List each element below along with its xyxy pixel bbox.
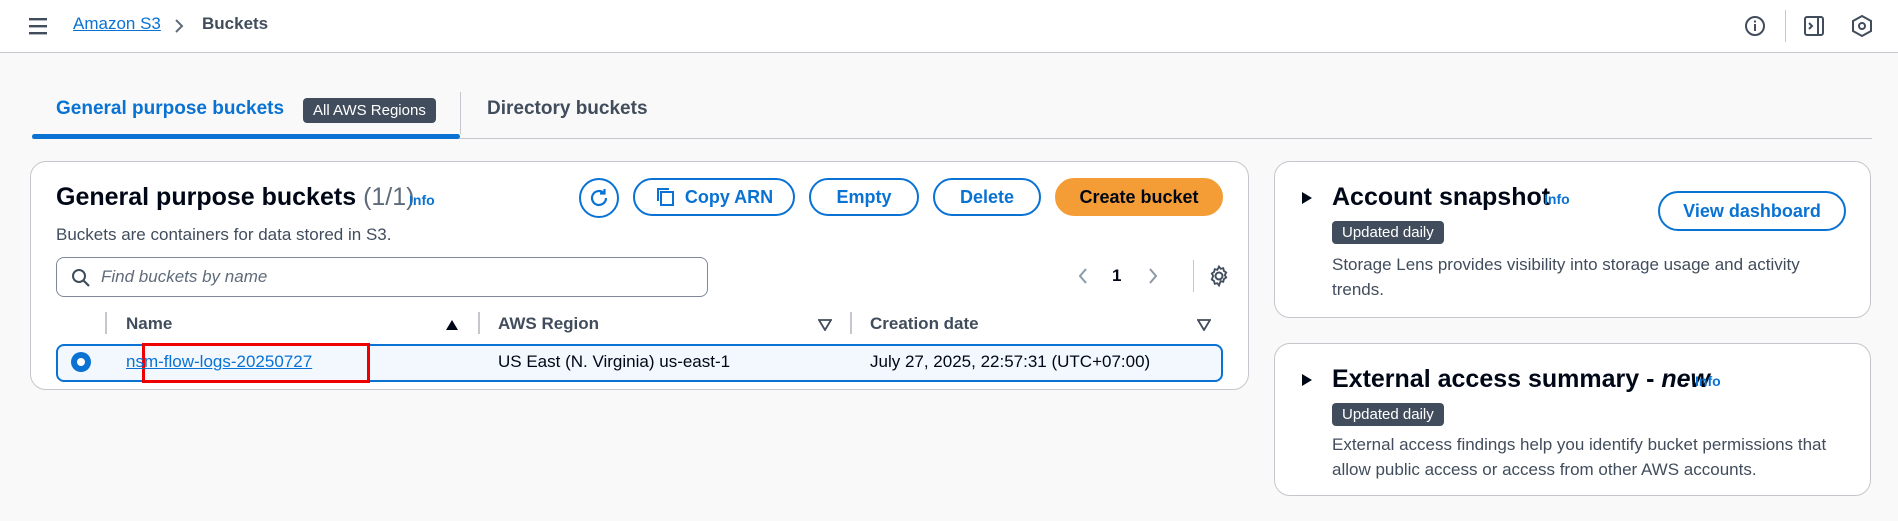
delete-label: Delete <box>959 186 1015 207</box>
column-divider <box>850 312 852 334</box>
top-navigation-bar: Amazon S3 Buckets <box>0 0 1898 53</box>
create-bucket-button[interactable]: Create bucket <box>1055 178 1223 216</box>
create-bucket-label: Create bucket <box>1079 186 1199 207</box>
refresh-icon <box>590 189 608 207</box>
caret-right-icon[interactable] <box>1301 373 1313 387</box>
column-divider <box>105 312 107 334</box>
info-link[interactable]: Info <box>1544 191 1570 207</box>
all-regions-badge: All AWS Regions <box>303 98 436 123</box>
column-divider <box>478 312 480 334</box>
breadcrumb-current: Buckets <box>202 14 269 33</box>
refresh-button[interactable] <box>579 178 619 218</box>
column-header-name[interactable]: Name <box>126 314 172 334</box>
bucket-name-link[interactable]: nsm-flow-logs-20250727 <box>126 352 312 372</box>
active-tab-indicator <box>32 134 460 139</box>
account-snapshot-description: Storage Lens provides visibility into st… <box>1332 255 1800 299</box>
sort-down-icon[interactable] <box>1197 319 1211 331</box>
updated-daily-badge: Updated daily <box>1332 403 1444 426</box>
external-access-title[interactable]: External access summary - new <box>1332 365 1710 394</box>
bucket-search <box>56 257 708 297</box>
chevron-right-icon[interactable] <box>1146 265 1160 287</box>
search-icon <box>72 269 90 287</box>
table-row[interactable]: nsm-flow-logs-20250727 US East (N. Virgi… <box>56 343 1223 383</box>
external-access-title-text: External access summary - <box>1332 365 1662 393</box>
topbar-divider <box>1785 10 1786 42</box>
breadcrumb-amazon-s3[interactable]: Amazon S3 <box>73 14 161 34</box>
bucket-type-tabs: General purpose buckets All AWS Regions … <box>32 90 1872 140</box>
panel-title: General purpose buckets (1/1) <box>56 183 414 212</box>
view-dashboard-button[interactable]: View dashboard <box>1658 191 1846 231</box>
panel-description: Buckets are containers for data stored i… <box>56 225 392 244</box>
tab-label: General purpose buckets <box>56 98 285 119</box>
updated-daily-badge: Updated daily <box>1332 221 1444 244</box>
caret-right-icon[interactable] <box>1301 191 1313 205</box>
menu-icon[interactable] <box>28 16 50 36</box>
account-snapshot-panel: Account snapshot Info View dashboard Upd… <box>1274 161 1871 318</box>
side-panel-icon[interactable] <box>1802 14 1826 38</box>
tab-general-purpose-buckets[interactable]: General purpose buckets All AWS Regions <box>32 90 460 140</box>
panel-title-text: General purpose buckets <box>56 183 357 211</box>
info-circle-icon[interactable] <box>1743 14 1767 38</box>
info-link[interactable]: Info <box>1695 373 1721 389</box>
account-snapshot-title[interactable]: Account snapshot <box>1332 183 1550 212</box>
delete-button[interactable]: Delete <box>933 178 1041 216</box>
chevron-right-icon <box>175 19 184 33</box>
bucket-count: (1/1) <box>363 183 415 211</box>
search-input[interactable] <box>101 264 691 290</box>
current-page[interactable]: 1 <box>1112 266 1121 286</box>
pager-divider <box>1193 260 1194 292</box>
general-purpose-buckets-panel: General purpose buckets (1/1) Info Bucke… <box>30 161 1249 390</box>
info-link[interactable]: Info <box>409 192 435 208</box>
external-access-description: External access findings help you identi… <box>1332 435 1827 479</box>
sort-down-icon[interactable] <box>818 319 832 331</box>
view-dashboard-label: View dashboard <box>1683 200 1821 221</box>
copy-icon <box>656 188 674 206</box>
gear-icon[interactable] <box>1207 264 1231 288</box>
bucket-creation-date: July 27, 2025, 22:57:31 (UTC+07:00) <box>870 352 1151 371</box>
external-access-summary-panel: External access summary - new Info Updat… <box>1274 343 1871 496</box>
settings-hex-icon[interactable] <box>1850 14 1874 38</box>
copy-arn-button[interactable]: Copy ARN <box>633 178 795 216</box>
chevron-left-icon[interactable] <box>1076 265 1090 287</box>
column-header-creation-date[interactable]: Creation date <box>870 314 979 334</box>
tab-directory-buckets[interactable]: Directory buckets <box>487 98 648 120</box>
tab-divider <box>460 92 461 134</box>
bucket-region: US East (N. Virginia) us-east-1 <box>498 352 731 371</box>
row-select-radio[interactable] <box>71 352 91 372</box>
copy-arn-label: Copy ARN <box>684 186 774 207</box>
empty-button[interactable]: Empty <box>809 178 919 216</box>
sort-up-icon[interactable] <box>445 319 459 331</box>
empty-label: Empty <box>836 186 892 207</box>
column-header-region[interactable]: AWS Region <box>498 314 599 334</box>
